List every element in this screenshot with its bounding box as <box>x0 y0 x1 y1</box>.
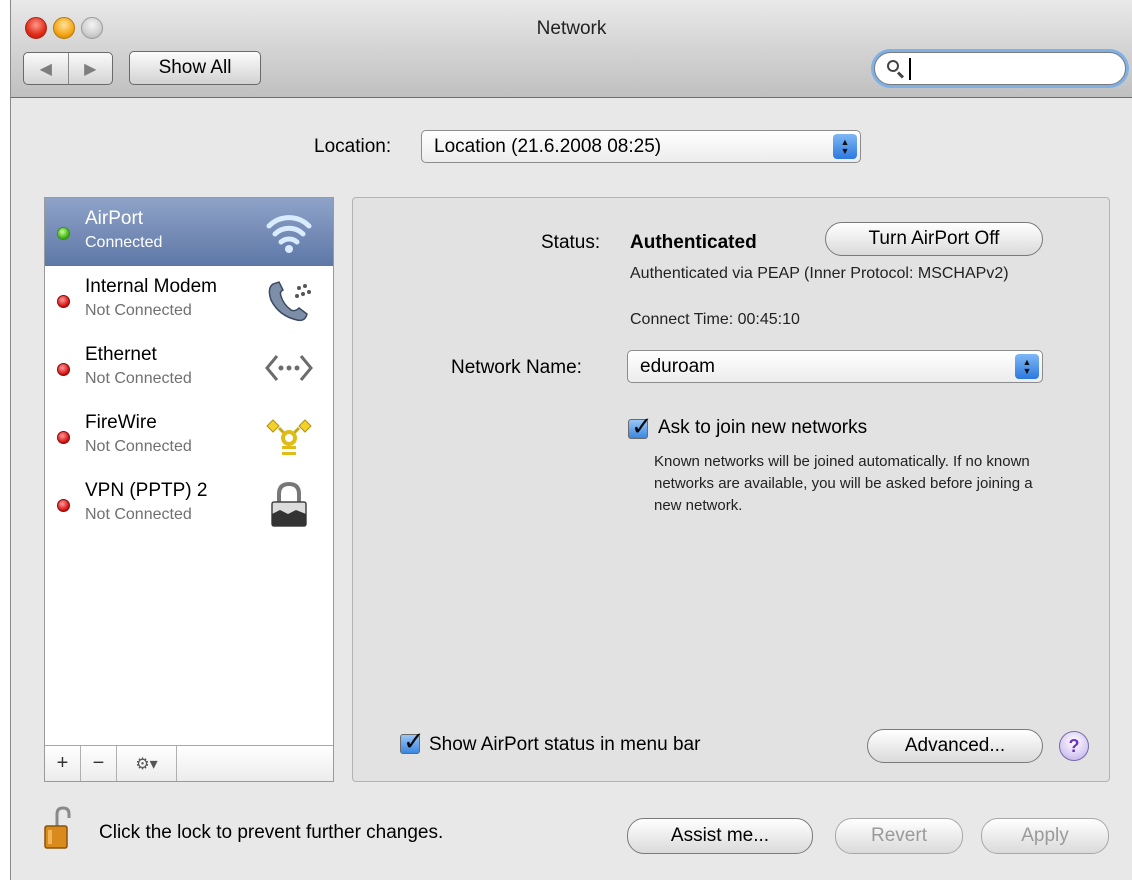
status-label: Status: <box>541 232 601 253</box>
ethernet-icon <box>265 355 313 381</box>
modem-phone-icon <box>268 281 311 322</box>
search-icon <box>885 58 907 80</box>
remove-service-button[interactable]: − <box>81 746 117 781</box>
location-popup-value: Location (21.6.2008 08:25) <box>434 135 662 157</box>
gear-menu-button[interactable]: ⚙▾ <box>117 746 177 781</box>
airport-detail-panel: Status: Authenticated Turn AirPort Off A… <box>352 197 1110 782</box>
location-label: Location: <box>314 136 392 157</box>
lock-hint-text: Click the lock to prevent further change… <box>99 822 444 843</box>
status-dot-icon <box>57 431 70 444</box>
service-status: Connected <box>85 234 163 251</box>
turn-airport-off-button[interactable]: Turn AirPort Off <box>825 222 1043 256</box>
text-caret <box>909 57 911 80</box>
popup-arrows-icon: ▲ ▼ <box>833 134 857 159</box>
unlocked-padlock-icon[interactable] <box>43 806 73 850</box>
service-status: Not Connected <box>85 438 192 455</box>
ask-join-help-text: Known networks will be joined automatica… <box>654 453 1033 514</box>
service-list: AirPort Connected Internal Modem Not Con… <box>44 197 334 782</box>
connect-time-text: Connect Time: 00:45:10 <box>630 311 800 328</box>
service-list-toolbar: + − ⚙▾ <box>45 745 333 781</box>
airport-wifi-icon <box>266 215 312 253</box>
service-item-airport[interactable]: AirPort Connected <box>45 198 333 266</box>
network-name-label: Network Name: <box>451 357 582 378</box>
service-status: Not Connected <box>85 302 192 319</box>
checkmark-icon: ✓ <box>403 726 425 756</box>
service-name: VPN (PPTP) 2 <box>85 480 208 501</box>
service-status: Not Connected <box>85 370 192 387</box>
ask-join-label[interactable]: Ask to join new networks <box>658 417 867 439</box>
firewire-icon <box>266 419 312 455</box>
service-name: Internal Modem <box>85 276 218 297</box>
window-title: Network <box>536 18 607 39</box>
service-item-vpn[interactable]: VPN (PPTP) 2 Not Connected <box>45 470 333 538</box>
network-name-popup[interactable]: eduroam ▲ ▼ <box>627 350 1043 383</box>
add-service-button[interactable]: + <box>45 746 81 781</box>
popup-arrows-icon: ▲ ▼ <box>1015 354 1039 379</box>
window-toolbar: Network ◀ ▶ Show All <box>11 0 1132 98</box>
service-name: FireWire <box>85 412 157 433</box>
apply-button[interactable]: Apply <box>981 818 1109 854</box>
ask-join-checkbox[interactable]: ✓ <box>628 411 653 441</box>
show-status-label[interactable]: Show AirPort status in menu bar <box>429 734 700 756</box>
service-item-ethernet[interactable]: Ethernet Not Connected <box>45 334 333 402</box>
status-value: Authenticated <box>630 232 757 253</box>
network-name-value: eduroam <box>640 355 715 377</box>
status-dot-icon <box>57 363 70 376</box>
service-name: Ethernet <box>85 344 157 365</box>
location-popup[interactable]: Location (21.6.2008 08:25) ▲ ▼ <box>421 130 861 163</box>
forward-button[interactable]: ▶ <box>69 53 113 84</box>
service-item-firewire[interactable]: FireWire Not Connected <box>45 402 333 470</box>
network-preferences-window: Network ◀ ▶ Show All Location: Location … <box>10 0 1132 880</box>
revert-button[interactable]: Revert <box>835 818 963 854</box>
status-dot-icon <box>57 227 70 240</box>
show-all-button[interactable]: Show All <box>129 51 261 85</box>
show-status-checkbox[interactable]: ✓ <box>400 726 425 756</box>
checkmark-icon: ✓ <box>631 411 653 441</box>
back-forward-control: ◀ ▶ <box>23 52 113 85</box>
help-button[interactable]: ? <box>1059 731 1089 761</box>
assist-me-button[interactable]: Assist me... <box>627 818 813 854</box>
search-field[interactable] <box>874 52 1126 85</box>
back-button[interactable]: ◀ <box>24 53 69 84</box>
service-name: AirPort <box>85 208 144 229</box>
status-dot-icon <box>57 499 70 512</box>
status-dot-icon <box>57 295 70 308</box>
status-detail-text: Authenticated via PEAP (Inner Protocol: … <box>630 265 1009 282</box>
service-status: Not Connected <box>85 506 192 523</box>
advanced-button[interactable]: Advanced... <box>867 729 1043 763</box>
vpn-lock-icon <box>271 481 307 527</box>
service-item-internal-modem[interactable]: Internal Modem Not Connected <box>45 266 333 334</box>
